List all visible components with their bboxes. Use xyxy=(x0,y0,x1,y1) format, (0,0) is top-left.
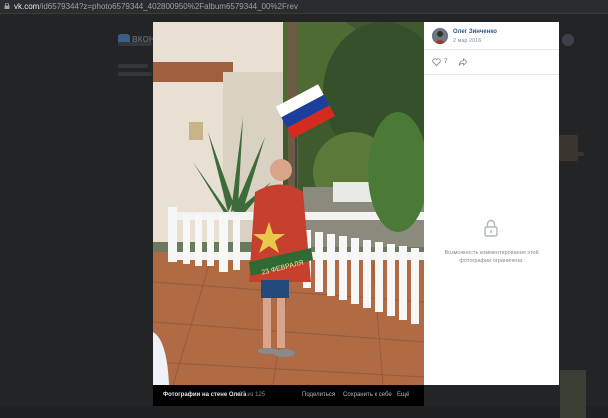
photo-info-panel: Олег Зинченко 2 мар 2016 7 Возможность к… xyxy=(424,22,559,385)
background-avatar xyxy=(558,135,578,161)
url-host: vk.com xyxy=(14,2,40,11)
heart-icon[interactable] xyxy=(432,58,441,66)
url-path: /id6579344?z=photo6579344_402800950%2Fal… xyxy=(39,2,299,11)
share-button[interactable]: Поделиться xyxy=(302,392,335,398)
background-text-line xyxy=(118,72,152,76)
more-menu-button[interactable]: Ещё xyxy=(397,392,409,398)
post-date[interactable]: 2 мар 2016 xyxy=(453,38,481,44)
background-thumbnail xyxy=(560,370,586,418)
lock-icon xyxy=(4,3,10,9)
author-name[interactable]: Олег Зинченко xyxy=(453,29,497,35)
browser-address-bar[interactable]: vk.com/id6579344?z=photo6579344_40280095… xyxy=(0,0,608,14)
likes-count: 7 xyxy=(444,58,448,65)
share-icon[interactable] xyxy=(458,58,468,66)
lock-icon xyxy=(484,219,498,237)
save-to-mine-button[interactable]: Сохранить к себе xyxy=(343,392,392,398)
divider xyxy=(424,74,559,75)
photo-image[interactable]: 23 ФЕВРАЛЯ xyxy=(153,22,424,385)
comments-disabled-note: Возможность комментирования этой фотогра… xyxy=(444,250,539,264)
divider xyxy=(424,49,559,50)
background-text-line xyxy=(118,42,152,46)
background-text-line xyxy=(118,64,148,68)
album-title[interactable]: Фотографии на стене Олега xyxy=(163,392,246,398)
photo-footer-bar: Фотографии на стене Олега 27 из 125 Поде… xyxy=(153,385,424,406)
avatar-image xyxy=(432,28,448,44)
url-text[interactable]: vk.com/id6579344?z=photo6579344_40280095… xyxy=(14,1,298,12)
author-avatar[interactable] xyxy=(432,28,448,44)
photo-counter: 27 из 125 xyxy=(239,392,266,398)
background-avatar xyxy=(562,34,574,46)
